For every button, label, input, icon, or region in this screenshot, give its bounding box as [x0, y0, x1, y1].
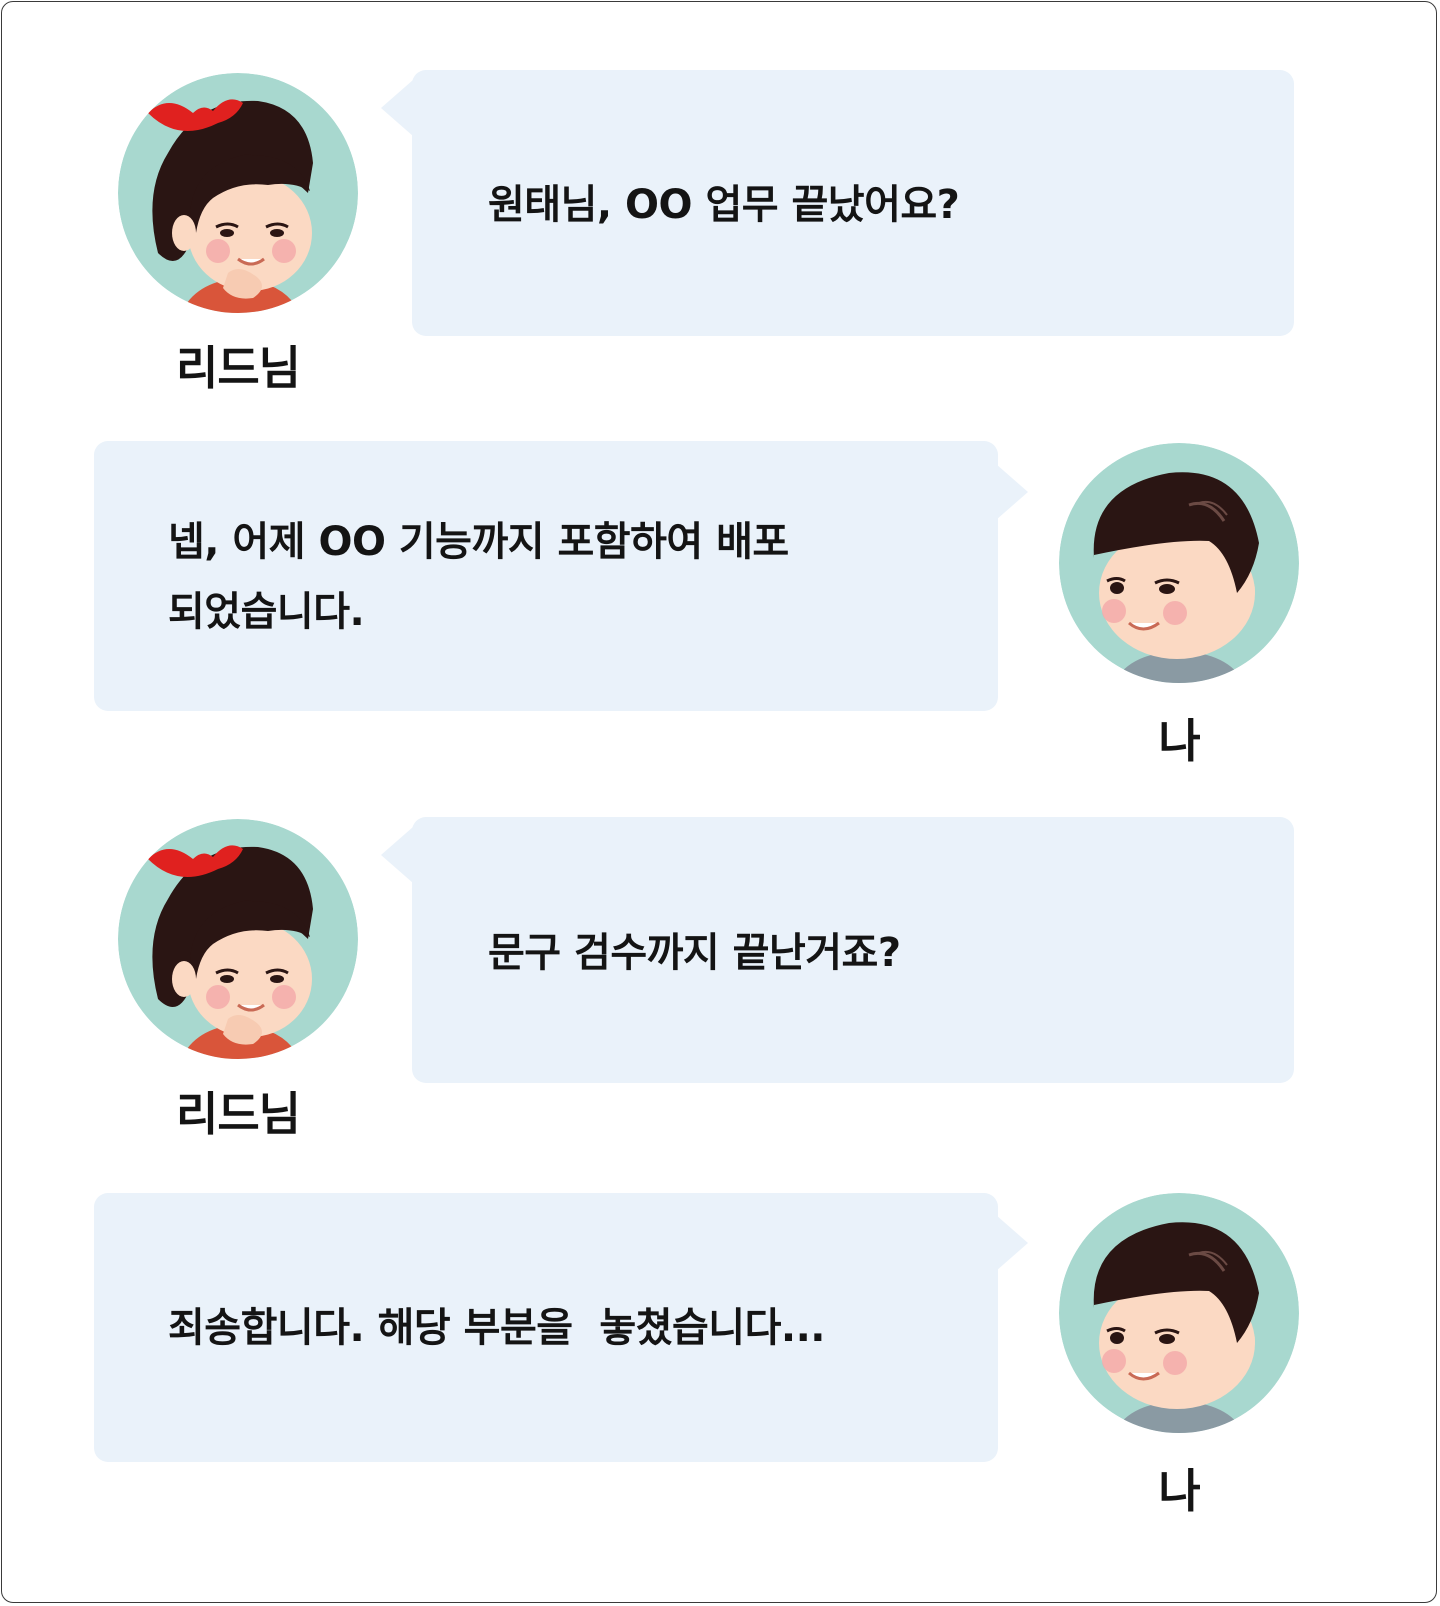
speaker-name: 리드님	[176, 1087, 301, 1141]
message-bubble: 문구 검수까지 끝난거죠?	[412, 817, 1294, 1083]
message-bubble: 죄송합니다. 해당 부분을 놓쳤습니다...	[94, 1193, 998, 1462]
bubble-tail	[996, 1215, 1028, 1271]
boy-avatar-icon	[1059, 1193, 1299, 1433]
girl-avatar-icon	[118, 73, 358, 313]
girl-avatar-icon	[118, 819, 358, 1059]
speaker-name: 나	[1158, 1464, 1200, 1518]
bubble-tail	[381, 80, 413, 136]
speaker-name: 리드님	[176, 341, 301, 395]
bubble-tail	[996, 464, 1028, 520]
chat-frame: 리드님 원태님, OO 업무 끝났어요? 넵, 어제 OO 기능까지 포함하여 …	[1, 1, 1437, 1603]
bubble-tail	[381, 827, 413, 883]
message-text: 문구 검수까지 끝난거죠?	[488, 930, 901, 976]
message-bubble: 넵, 어제 OO 기능까지 포함하여 배포 되었습니다.	[94, 441, 998, 711]
boy-avatar-icon	[1059, 443, 1299, 683]
message-bubble: 원태님, OO 업무 끝났어요?	[412, 70, 1294, 336]
message-text: 원태님, OO 업무 끝났어요?	[488, 182, 960, 228]
speaker-name: 나	[1158, 714, 1200, 768]
message-text: 죄송합니다. 해당 부분을 놓쳤습니다...	[168, 1305, 825, 1351]
message-text: 넵, 어제 OO 기능까지 포함하여 배포 되었습니다.	[168, 519, 789, 635]
